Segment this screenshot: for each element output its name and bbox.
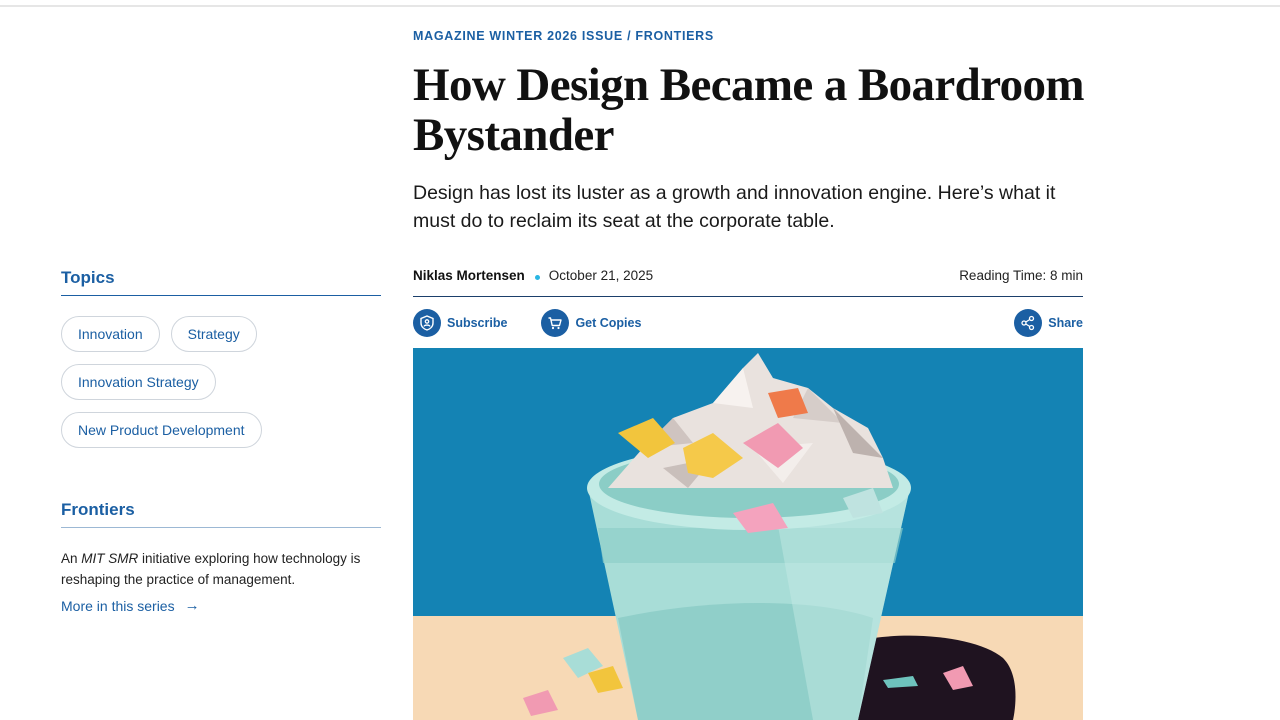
topics-heading: Topics: [61, 268, 381, 296]
subscribe-button[interactable]: Subscribe: [413, 309, 507, 337]
byline: Niklas Mortensen October 21, 2025 Readin…: [413, 268, 1083, 297]
byline-separator-dot: [534, 275, 540, 280]
get-copies-label: Get Copies: [575, 316, 642, 330]
share-icon: [1014, 309, 1043, 337]
series-heading: Frontiers: [61, 500, 381, 528]
publish-date: October 21, 2025: [548, 268, 654, 283]
article-title: How Design Became a Boardroom Bystander: [413, 59, 1085, 161]
series-description: An MIT SMR initiative exploring how tech…: [61, 548, 371, 590]
arrow-right-icon: →: [184, 597, 200, 614]
more-in-series-label: More in this series: [61, 597, 175, 614]
topic-chip-new-product-development[interactable]: New Product Development: [61, 412, 262, 448]
shield-person-icon: [413, 309, 441, 337]
topic-chips: Innovation Strategy Innovation Strategy …: [61, 316, 361, 448]
get-copies-button[interactable]: Get Copies: [541, 309, 641, 337]
subscribe-label: Subscribe: [447, 316, 508, 330]
article-actions: Subscribe Get Copies Share: [413, 308, 1083, 338]
series-desc-prefix: An: [61, 551, 82, 566]
more-in-series-link[interactable]: More in this series →: [61, 597, 200, 614]
series-block: Frontiers An MIT SMR initiative explorin…: [61, 500, 381, 616]
article-kicker[interactable]: MAGAZINE WINTER 2026 ISSUE / FRONTIERS: [413, 29, 714, 43]
series-desc-em: MIT SMR: [81, 551, 139, 566]
author-name[interactable]: Niklas Mortensen: [413, 268, 525, 283]
article-dek: Design has lost its luster as a growth a…: [413, 182, 1056, 232]
share-label: Share: [1048, 316, 1083, 330]
topic-chip-innovation-strategy[interactable]: Innovation Strategy: [61, 364, 216, 400]
share-button[interactable]: Share: [1014, 309, 1083, 337]
hero-image: [413, 348, 1083, 720]
topic-chip-strategy[interactable]: Strategy: [170, 316, 257, 352]
sidebar: Topics Innovation Strategy Innovation St…: [61, 268, 381, 616]
cart-icon: [541, 309, 570, 337]
top-divider: [0, 5, 1280, 7]
topic-chip-innovation[interactable]: Innovation: [61, 316, 160, 352]
reading-time: Reading Time: 8 min: [959, 268, 1083, 283]
paper-basket-illustration: [413, 348, 1083, 720]
